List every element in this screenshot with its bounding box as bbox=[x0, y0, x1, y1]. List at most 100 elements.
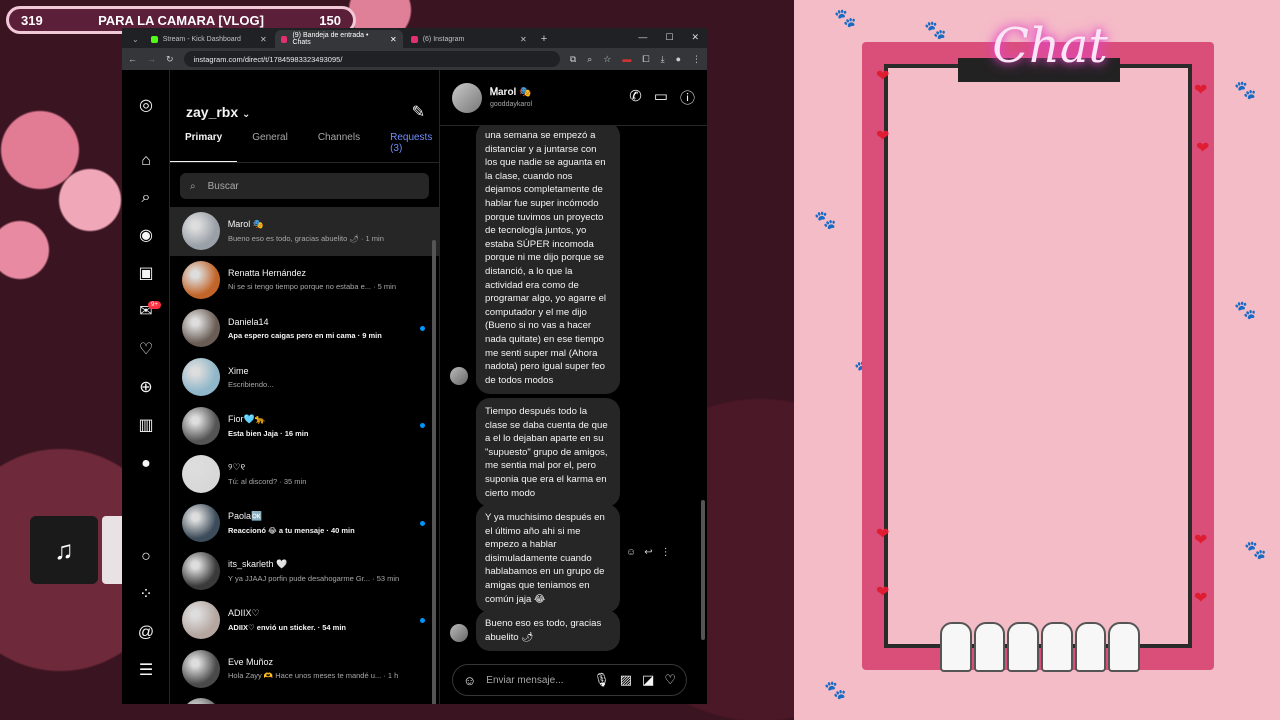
compose-icon[interactable]: ✎ bbox=[412, 102, 425, 122]
minimize-icon[interactable]: — bbox=[638, 32, 647, 43]
cat-icon bbox=[1074, 622, 1107, 672]
tab-primary[interactable]: Primary bbox=[170, 132, 238, 162]
stream-right-count: 150 bbox=[319, 12, 341, 28]
url-field[interactable]: instagram.com/direct/t/17845983323493095… bbox=[183, 51, 560, 67]
explore-icon[interactable]: ◉ bbox=[136, 226, 156, 246]
conversation-row[interactable]: Eve Muñoz Hola Zayy 🫶 Hace unos meses te … bbox=[170, 644, 439, 693]
conversation-avatar bbox=[182, 406, 220, 445]
menu-icon[interactable]: ⋮ bbox=[692, 54, 701, 65]
new-tab-icon[interactable]: + bbox=[535, 33, 553, 48]
browser-window: ⌄ Stream - Kick Dashboard ✕ (9) Bandeja … bbox=[122, 28, 707, 704]
microphone-icon[interactable]: 🎙 bbox=[593, 672, 610, 688]
heart-icon: ❤ bbox=[876, 526, 890, 543]
conversation-name: Eve Muñoz bbox=[228, 657, 274, 668]
more-options-icon[interactable]: ⋮ bbox=[661, 547, 671, 558]
image-icon[interactable]: ▨ bbox=[620, 672, 632, 688]
close-icon[interactable]: ✕ bbox=[260, 35, 267, 44]
conversation-row[interactable]: its_skarleth 🤍 Y ya JJAAJ porfin pude des… bbox=[170, 547, 439, 596]
tab-channels[interactable]: Channels bbox=[303, 132, 375, 162]
phone-icon[interactable]: ✆ bbox=[629, 87, 642, 108]
maximize-icon[interactable]: ☐ bbox=[665, 32, 673, 43]
search-icon[interactable]: ⌕ bbox=[136, 188, 156, 208]
inbox-username[interactable]: zay_rbx ⌄ bbox=[186, 104, 250, 120]
conversation-row[interactable]: ୨♡୧ Tú: al discord? · 35 min bbox=[170, 450, 439, 499]
more-menu-icon[interactable]: ☰ bbox=[136, 661, 156, 681]
thread-handle: gooddaykarol bbox=[490, 101, 533, 108]
thread-actions: ✆ ▭ ⓘ bbox=[629, 87, 695, 108]
conversation-name: Ꮇarol 🎭 bbox=[228, 219, 264, 230]
conversation-row[interactable]: Fior🩵🐆 Esta bien Jaja · 16 min bbox=[170, 401, 439, 450]
conversation-row[interactable]: Paola🆗 Reaccionó 😂 a tu mensaje · 40 min bbox=[170, 499, 439, 548]
like-heart-icon[interactable]: ♡ bbox=[664, 672, 676, 688]
reload-icon[interactable]: ↻ bbox=[166, 54, 174, 65]
search-input[interactable]: ⌕ Buscar bbox=[180, 173, 429, 199]
create-icon[interactable]: ⊕ bbox=[136, 378, 156, 398]
message-composer[interactable]: ☺ Enviar mensaje... 🎙 ▨ ◪ ♡ bbox=[452, 664, 687, 696]
browser-tab-chats[interactable]: (9) Bandeja de entrada • Chats ✕ bbox=[274, 30, 403, 48]
emoji-icon[interactable]: ☺ bbox=[463, 673, 476, 688]
star-icon[interactable]: ☆ bbox=[603, 54, 611, 65]
message-bubble[interactable]: Tiempo después todo la clase se daba cue… bbox=[476, 398, 620, 508]
message-input[interactable]: Enviar mensaje... bbox=[486, 675, 583, 686]
instagram-icon bbox=[280, 35, 288, 43]
chevron-down-icon: ⌄ bbox=[242, 109, 251, 120]
conversation-row[interactable]: Erisita 🫧🌸 bbox=[170, 693, 439, 704]
close-icon[interactable]: ✕ bbox=[390, 35, 397, 44]
zoom-icon[interactable]: ⌕ bbox=[587, 54, 592, 65]
chat-frame bbox=[862, 42, 1214, 670]
apps-grid-icon[interactable]: ⁘ bbox=[136, 585, 156, 605]
thread-title[interactable]: Ꮇarol 🎭 gooddaykarol bbox=[490, 87, 532, 108]
install-icon[interactable]: ⧉ bbox=[570, 54, 576, 65]
conversation-row[interactable]: Ꮇarol 🎭 Bueno eso es todo, gracias abueli… bbox=[170, 207, 439, 256]
extension-icon[interactable]: ▬ bbox=[622, 54, 631, 65]
conversation-avatar bbox=[182, 358, 220, 397]
instagram-logo-icon[interactable]: ◎ bbox=[136, 96, 156, 116]
react-emoji-icon[interactable]: ☺ bbox=[626, 547, 636, 558]
dashboard-icon[interactable]: ▥ bbox=[136, 416, 156, 436]
conversation-text: Eve Muñoz Hola Zayy 🫶 Hace unos meses te … bbox=[228, 657, 427, 680]
conversation-row[interactable]: Renatta Hernández Ni se si tengo tiempo p… bbox=[170, 256, 439, 305]
thread-scrollbar[interactable] bbox=[701, 500, 705, 640]
puzzle-icon[interactable]: ⧠ bbox=[642, 54, 649, 65]
video-call-icon[interactable]: ▭ bbox=[654, 87, 668, 108]
conversation-row[interactable]: Xime Escribiendo... bbox=[170, 353, 439, 402]
profile-icon[interactable]: ● bbox=[676, 54, 681, 65]
reply-icon[interactable]: ↩ bbox=[644, 547, 652, 558]
tab-requests[interactable]: Requests (3) bbox=[375, 132, 442, 162]
conversation-row[interactable]: ADIIX♡ ADIIX♡ envió un sticker. · 54 min bbox=[170, 596, 439, 645]
conversation-row[interactable]: Daniela14 Apa espero caigas pero en mi ca… bbox=[170, 304, 439, 353]
threads-circle-icon[interactable]: ○ bbox=[136, 547, 156, 567]
sticker-icon[interactable]: ◪ bbox=[642, 672, 654, 688]
music-note-icon: ♫ bbox=[54, 534, 74, 565]
conversation-preview: Tú: al discord? · 35 min bbox=[228, 477, 307, 487]
conversation-avatar bbox=[182, 552, 220, 591]
thread-avatar[interactable] bbox=[452, 82, 482, 113]
message-bubble[interactable]: una semana se empezó a distanciar y a ju… bbox=[476, 126, 620, 395]
conversation-text: ୨♡୧ Tú: al discord? · 35 min bbox=[228, 462, 427, 486]
reels-icon[interactable]: ▣ bbox=[136, 264, 156, 284]
forward-icon[interactable]: → bbox=[147, 54, 156, 64]
browser-tab-kick[interactable]: Stream - Kick Dashboard ✕ bbox=[145, 30, 273, 48]
message-avatar[interactable] bbox=[450, 367, 468, 385]
close-window-icon[interactable]: ✕ bbox=[691, 32, 699, 43]
message-avatar[interactable] bbox=[450, 624, 468, 642]
thread-name: Ꮇarol 🎭 bbox=[490, 87, 532, 98]
inbox-scrollbar[interactable] bbox=[432, 240, 436, 704]
download-icon[interactable]: ⤓ bbox=[661, 54, 665, 65]
back-icon[interactable]: ← bbox=[128, 54, 137, 64]
profile-avatar-icon[interactable]: ● bbox=[136, 454, 156, 474]
home-icon[interactable]: ⌂ bbox=[136, 151, 156, 171]
threads-icon[interactable]: @ bbox=[136, 623, 156, 643]
info-icon[interactable]: ⓘ bbox=[680, 87, 695, 108]
tab-search-icon[interactable]: ⌄ bbox=[128, 35, 143, 48]
conversation-preview: Reaccionó 😂 a tu mensaje · 40 min bbox=[228, 525, 355, 535]
instagram-nav-rail: ◎ ⌂ ⌕ ◉ ▣ ✉ 9+ ♡ ⊕ ▥ ● ○ ⁘ @ ☰ bbox=[122, 70, 170, 704]
message-bubble[interactable]: Y ya muchisimo después en el último año … bbox=[476, 504, 620, 614]
message-bubble[interactable]: Bueno eso es todo, gracias abuelito 🌶 bbox=[476, 610, 620, 652]
tab-general[interactable]: General bbox=[237, 132, 303, 162]
notifications-heart-icon[interactable]: ♡ bbox=[136, 340, 156, 360]
browser-tab-instagram[interactable]: (6) Instagram ✕ bbox=[405, 30, 533, 48]
close-icon[interactable]: ✕ bbox=[520, 35, 527, 44]
cat-icon bbox=[1108, 622, 1141, 672]
stream-left-count: 319 bbox=[21, 12, 43, 28]
